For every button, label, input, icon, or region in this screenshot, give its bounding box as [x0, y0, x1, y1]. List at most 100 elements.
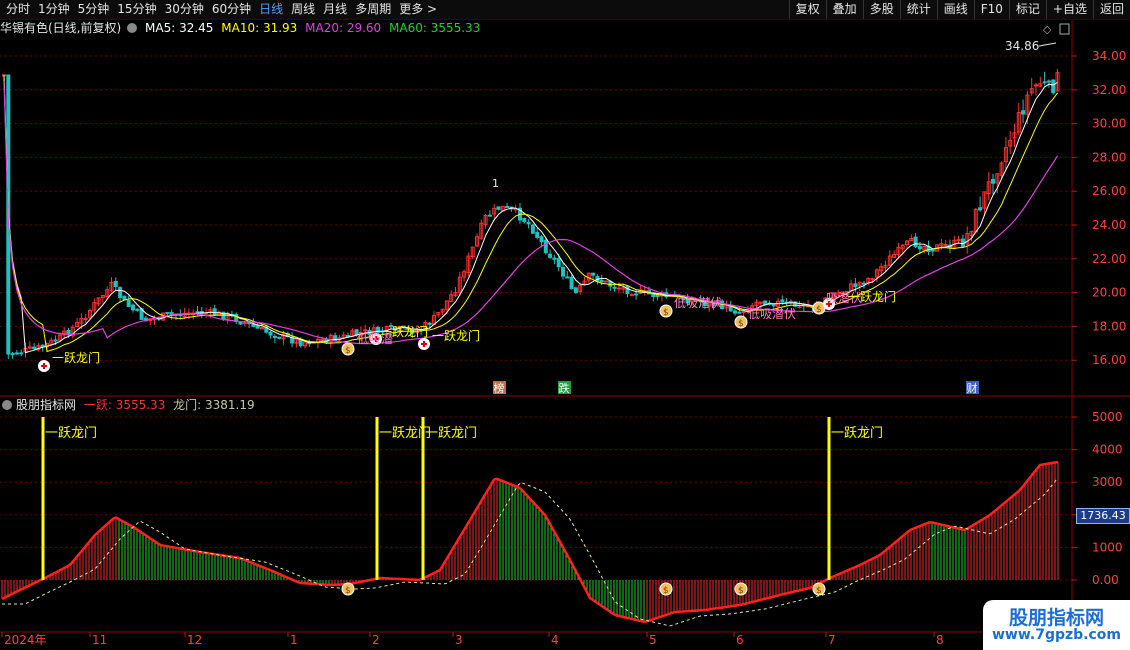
indicator-bars [1, 460, 1059, 627]
price-tick-label: 30.00 [1092, 117, 1126, 131]
candle-body [943, 243, 948, 246]
candle-body [548, 253, 553, 258]
candle-body [1051, 79, 1056, 94]
candle-body [991, 178, 995, 184]
candlesticks [2, 68, 1060, 360]
money-bag-glyph: $ [816, 305, 822, 315]
candle-body [978, 207, 983, 211]
candle-body [1034, 84, 1038, 87]
money-bag-glyph: $ [345, 346, 351, 356]
event-tag-label: 跌 [559, 381, 570, 395]
date-tick-label: 7 [828, 633, 836, 647]
kline-chart[interactable]: 34.0032.0030.0028.0026.0024.0022.0020.00… [0, 0, 1130, 650]
candle-body [126, 300, 131, 307]
candle-body [741, 310, 746, 313]
candle-body [565, 276, 570, 279]
candle-body [737, 311, 742, 314]
price-signal-label: 一跃龙门 [848, 289, 896, 304]
candle-body [733, 310, 737, 314]
candle-body [14, 352, 19, 355]
candle-body [561, 266, 565, 277]
candle-body [862, 282, 866, 285]
date-tick-label: 2024年 [4, 633, 47, 647]
candle-body [118, 287, 123, 298]
money-bag-glyph: $ [816, 586, 822, 596]
indicator-tick-label: 3000 [1092, 475, 1123, 489]
diamond-icon[interactable]: ◇ [1043, 23, 1052, 36]
date-tick-label: 6 [736, 633, 744, 647]
candle-body [277, 336, 282, 339]
candle-body [32, 346, 37, 350]
ma10-line [3, 76, 1058, 353]
indicator-tick-label: 4000 [1092, 443, 1123, 457]
candle-body [272, 335, 277, 339]
price-signal-label: 一跃龙门 [380, 324, 428, 339]
candle-body [83, 318, 88, 321]
candle-body [427, 322, 432, 325]
candle-body [591, 272, 596, 276]
candle-body [539, 236, 544, 243]
price-tick-label: 32.00 [1092, 83, 1126, 97]
price-tick-label: 24.00 [1092, 218, 1126, 232]
candle-body [763, 300, 768, 306]
candle-body [629, 294, 634, 297]
candle-body [1021, 110, 1026, 115]
watermark: 股朋指标网 www.7gpzb.com [983, 600, 1130, 650]
candle-body [1046, 80, 1051, 83]
ma5-line [3, 74, 1058, 354]
ma20-line [3, 80, 1059, 345]
price-signal-label: 低吸潜伏 [748, 307, 796, 321]
candle-body [552, 257, 557, 260]
jump-signal-label: 一跃龙门 [45, 426, 97, 441]
money-bag-glyph: $ [738, 319, 744, 329]
candle-body [113, 281, 118, 287]
indicator-axis: 500040003000200010000.00 [1072, 410, 1123, 587]
candle-body [612, 286, 617, 289]
date-tick-label: 8 [936, 633, 944, 647]
price-tick-label: 16.00 [1092, 353, 1126, 367]
price-signal-label: 一跃龙门 [432, 328, 480, 343]
candle-body [913, 236, 918, 248]
watermark-title: 股朋指标网 [1008, 607, 1104, 629]
candle-body [255, 325, 260, 329]
price-signal-label: 一跃龙门 [52, 350, 100, 365]
candle-body [165, 311, 170, 314]
candle-body [1042, 81, 1047, 84]
candle-body [530, 224, 535, 234]
peak-mark: 1 [492, 177, 499, 190]
date-tick-label: 2 [372, 633, 380, 647]
date-tick-label: 1 [290, 633, 298, 647]
candle-body [242, 322, 247, 325]
candle-body [19, 352, 24, 355]
price-tick-label: 18.00 [1092, 319, 1126, 333]
candle-body [604, 280, 608, 283]
candle-body [573, 287, 578, 294]
candle-body [178, 314, 183, 317]
indicator-tick-label: 5000 [1092, 410, 1123, 424]
candle-body [487, 214, 492, 217]
price-tick-label: 22.00 [1092, 252, 1126, 266]
date-tick-label: 11 [92, 633, 107, 647]
candle-body [625, 285, 630, 294]
date-tick-label: 5 [649, 633, 657, 647]
event-tag-label: 榜 [494, 381, 505, 395]
candle-body [771, 304, 776, 307]
date-tick-label: 12 [187, 633, 202, 647]
price-signal-label: 低吸潜伏 [674, 296, 722, 310]
jump-signal-label: 一跃龙门 [831, 426, 883, 441]
event-tags: 榜跌财 [493, 381, 979, 395]
candle-body [53, 339, 58, 342]
date-tick-label: 3 [455, 633, 463, 647]
candle-body [131, 304, 135, 311]
candle-body [268, 331, 273, 336]
panel-toggle-icon[interactable] [1059, 23, 1070, 35]
watermark-url: www.7gpzb.com [991, 627, 1121, 643]
money-bag-glyph: $ [738, 586, 744, 596]
event-tag-label: 财 [967, 381, 978, 395]
candle-body [616, 287, 621, 290]
date-axis: 2024年 11 12 1 2 3 4 5 6 7 8 [1, 632, 944, 647]
price-tick-label: 34.00 [1092, 49, 1126, 63]
candle-body [212, 308, 217, 316]
candle-body [543, 239, 548, 254]
high-price-pointer [1038, 42, 1057, 47]
